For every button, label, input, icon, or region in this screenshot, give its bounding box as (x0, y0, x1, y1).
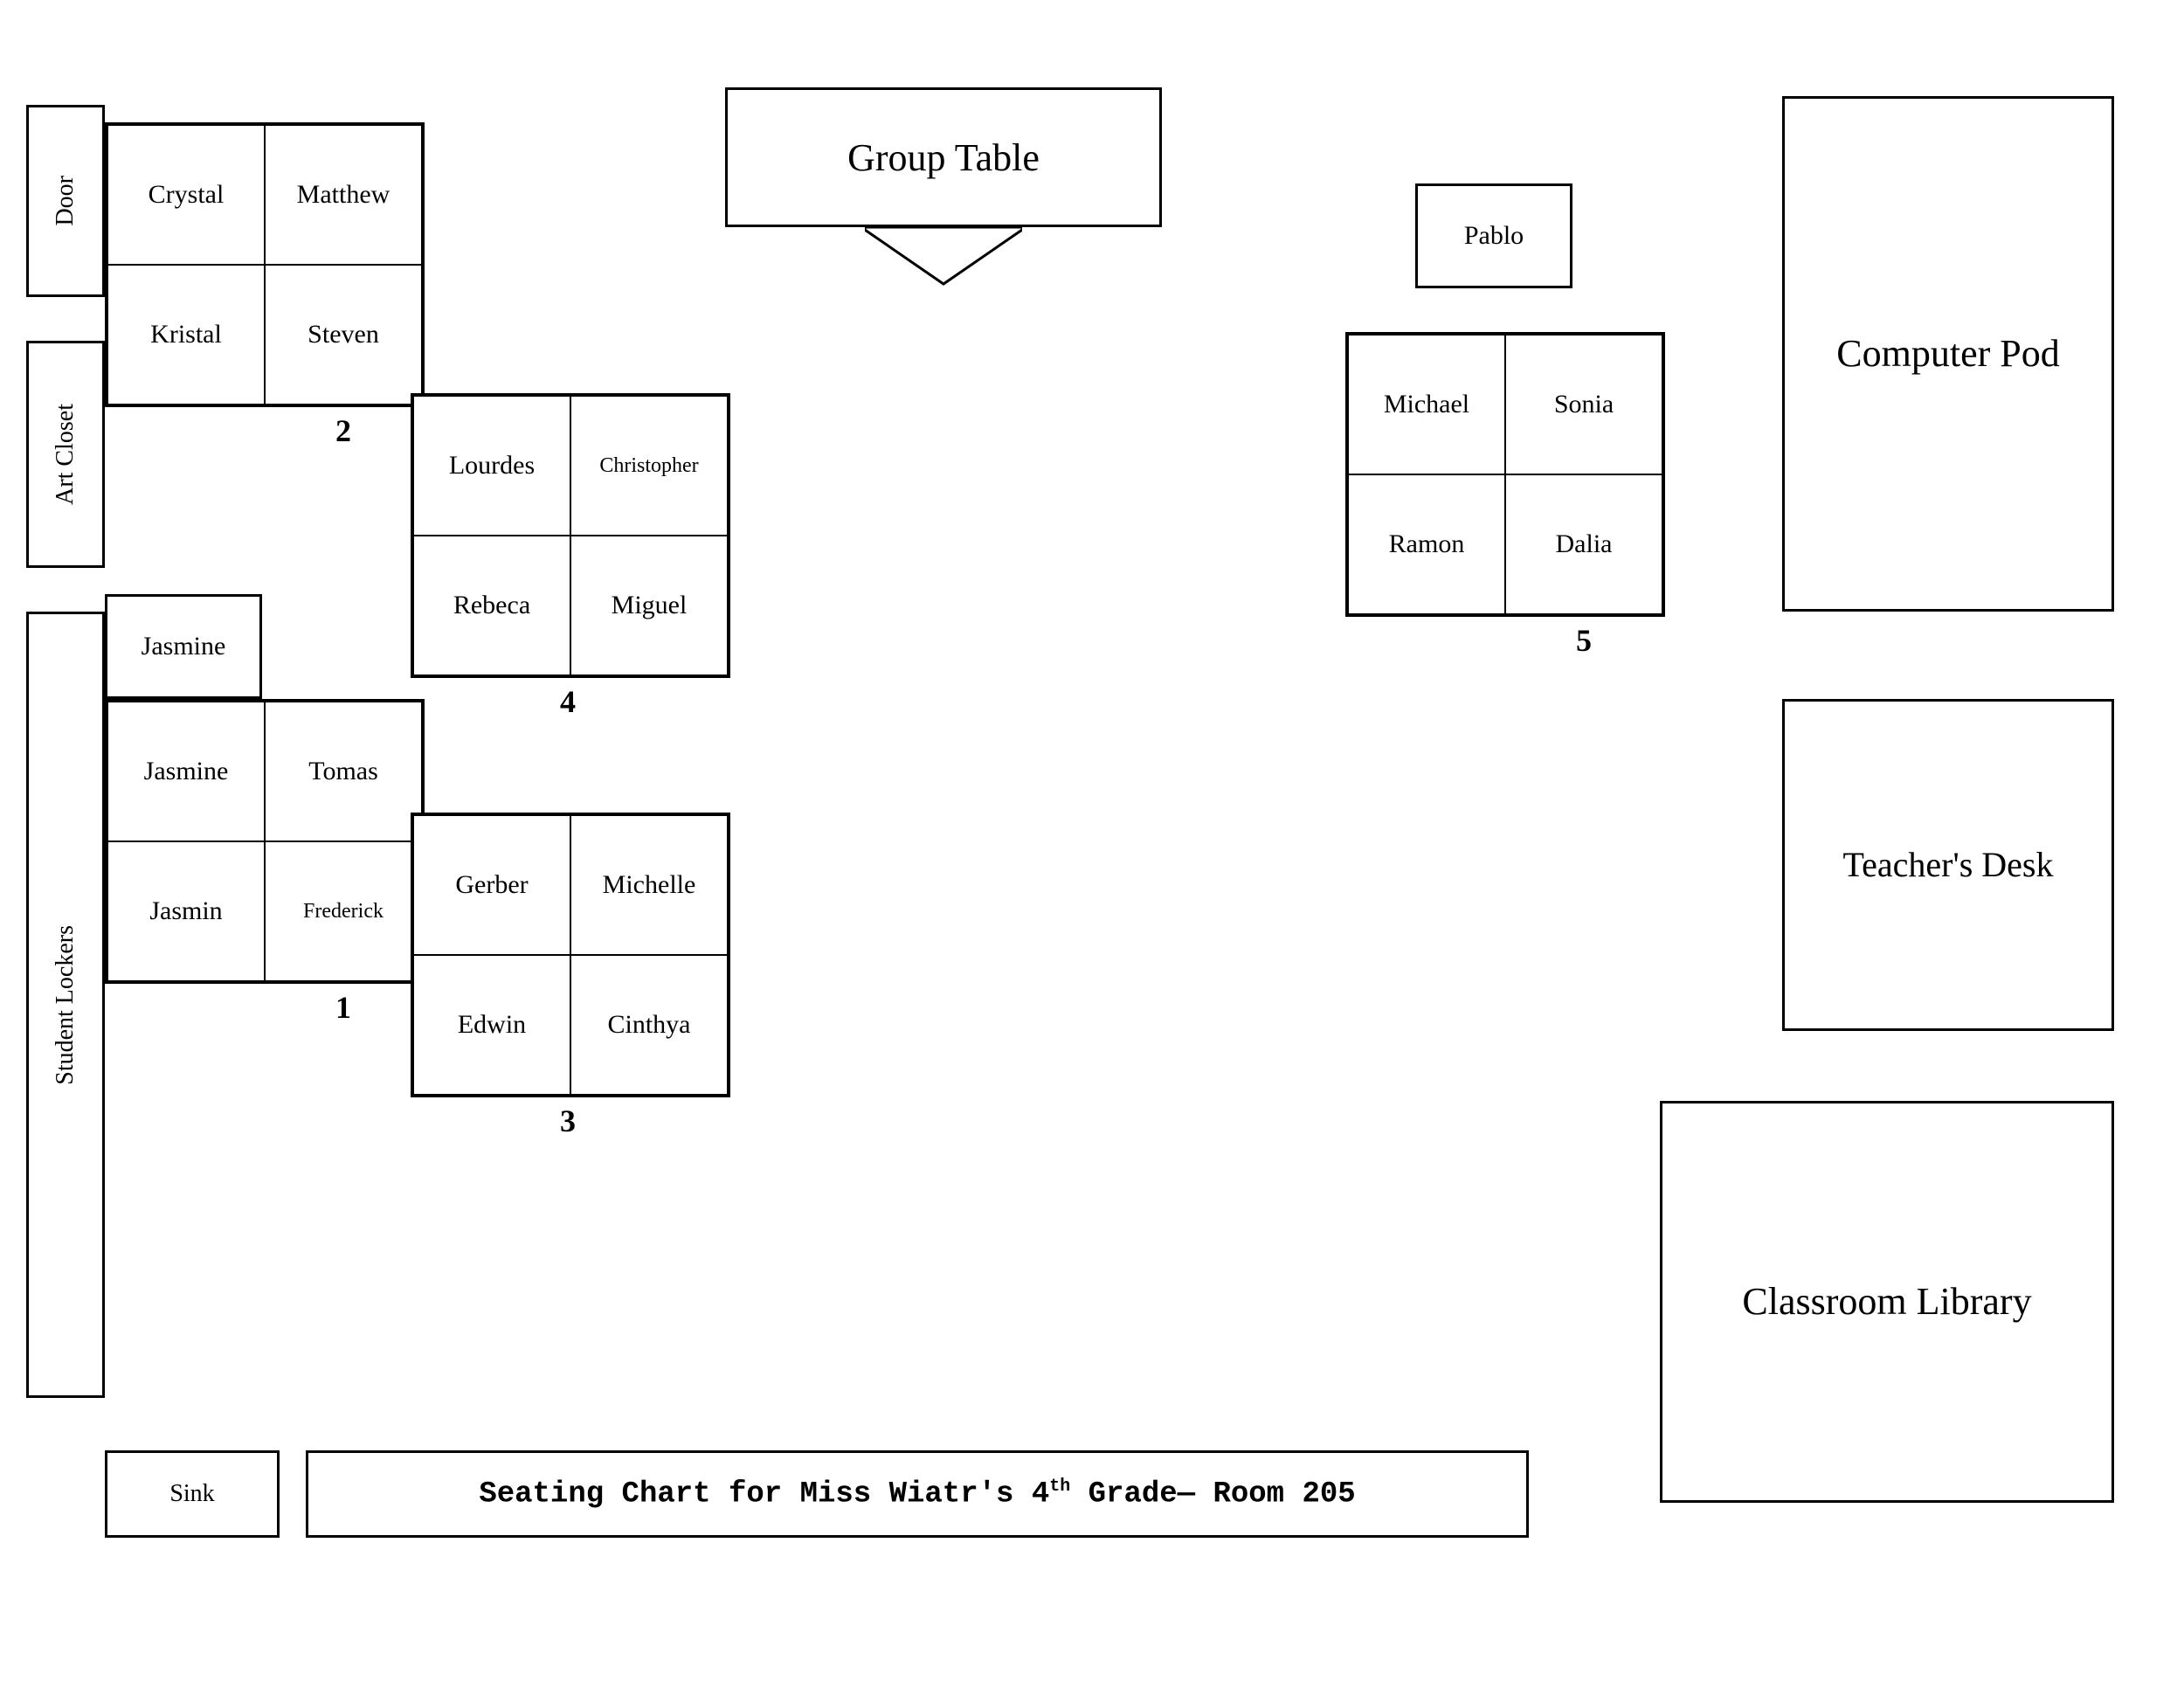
group-table-box: Group Table (725, 87, 1162, 227)
seat-dalia: Dalia (1505, 474, 1662, 614)
seat-cinthya: Cinthya (570, 955, 728, 1095)
seat-jasmine-single: Jasmine (142, 632, 226, 661)
chevron-down-icon (865, 227, 1022, 288)
group-table-area: Group Table (725, 87, 1162, 288)
cluster-1-grid: Jasmine Tomas Jasmin Frederick (105, 699, 425, 984)
group-table-label: Group Table (847, 135, 1040, 180)
cluster-5-number: 5 (1345, 622, 1665, 659)
seat-steven: Steven (265, 265, 422, 405)
sink-label: Sink (169, 1479, 214, 1509)
cluster-4-number: 4 (411, 683, 725, 720)
jasmine-single-desk: Jasmine (105, 594, 262, 699)
seat-tomas: Tomas (265, 702, 422, 841)
student-lockers-box: Student Lockers (26, 612, 105, 1398)
sink-box: Sink (105, 1450, 280, 1538)
cluster-2: Crystal Matthew Kristal Steven 2 (105, 122, 425, 449)
seat-edwin: Edwin (413, 955, 570, 1095)
seat-gerber: Gerber (413, 815, 570, 955)
cluster-1-number: 1 (105, 989, 425, 1026)
cluster-3-number: 3 (411, 1103, 725, 1139)
seat-rebeca: Rebeca (413, 536, 570, 675)
pablo-desk: Pablo (1415, 183, 1572, 288)
seat-christopher: Christopher (570, 396, 728, 536)
cluster-1-area: Jasmine Jasmine Tomas Jasmin Frederick 1 (105, 594, 425, 1026)
cluster-4-grid: Lourdes Christopher Rebeca Miguel (411, 393, 730, 678)
cluster-3-grid: Gerber Michelle Edwin Cinthya (411, 813, 730, 1097)
seat-michelle: Michelle (570, 815, 728, 955)
seat-sonia: Sonia (1505, 335, 1662, 474)
title-text: Seating Chart for Miss Wiatr's 4th Grade… (479, 1477, 1355, 1511)
computer-pod-label: Computer Pod (1836, 331, 2059, 377)
cluster-3: Gerber Michelle Edwin Cinthya 3 (411, 813, 730, 1139)
cluster-4: Lourdes Christopher Rebeca Miguel 4 (411, 393, 730, 720)
seat-jasmin: Jasmin (107, 841, 265, 981)
seat-matthew: Matthew (265, 125, 422, 265)
seat-frederick: Frederick (265, 841, 422, 981)
cluster-2-number: 2 (105, 412, 425, 449)
seat-jasmine-1: Jasmine (107, 702, 265, 841)
seat-ramon: Ramon (1348, 474, 1505, 614)
art-closet-box: Art Closet (26, 341, 105, 568)
computer-pod-box: Computer Pod (1782, 96, 2114, 612)
room-layout: Door Art Closet Student Lockers Group Ta… (0, 0, 2184, 1688)
door-label: Door (52, 176, 79, 226)
student-lockers-label: Student Lockers (52, 925, 79, 1085)
cluster-5: Michael Sonia Ramon Dalia 5 (1345, 332, 1665, 659)
cluster-5-grid: Michael Sonia Ramon Dalia (1345, 332, 1665, 617)
classroom-library-box: Classroom Library (1660, 1101, 2114, 1503)
door-box: Door (26, 105, 105, 297)
teachers-desk-label: Teacher's Desk (1843, 844, 2054, 886)
art-closet-label: Art Closet (52, 404, 79, 505)
seat-pablo: Pablo (1464, 221, 1524, 251)
seat-crystal: Crystal (107, 125, 265, 265)
teachers-desk-box: Teacher's Desk (1782, 699, 2114, 1031)
seat-kristal: Kristal (107, 265, 265, 405)
seat-miguel: Miguel (570, 536, 728, 675)
classroom-library-label: Classroom Library (1742, 1279, 2031, 1325)
title-bar: Seating Chart for Miss Wiatr's 4th Grade… (306, 1450, 1529, 1538)
seat-michael: Michael (1348, 335, 1505, 474)
seat-lourdes: Lourdes (413, 396, 570, 536)
cluster-2-grid: Crystal Matthew Kristal Steven (105, 122, 425, 407)
